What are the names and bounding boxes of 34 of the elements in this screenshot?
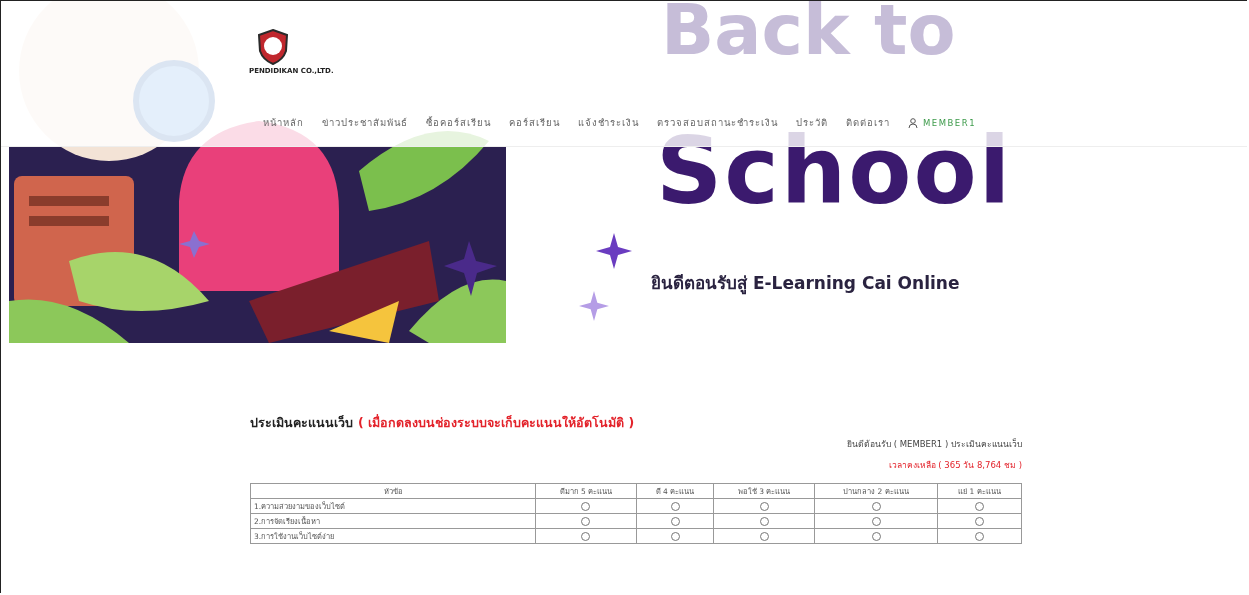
- shield-logo-icon: [257, 29, 289, 65]
- welcome-heading: ยินดีตอนรับสู่ E-Learning Cai Online: [651, 272, 960, 296]
- rating-radio[interactable]: [670, 516, 680, 526]
- nav-link[interactable]: ตรวจสอบสถานะชำระเงิน: [657, 115, 778, 130]
- rating-radio[interactable]: [871, 516, 881, 526]
- nav-link[interactable]: ติดต่อเรา: [846, 115, 890, 130]
- rating-radio[interactable]: [581, 531, 591, 541]
- star-icon: [579, 291, 609, 321]
- nav-link[interactable]: หน้าหลัก: [263, 115, 304, 130]
- rating-radio[interactable]: [975, 531, 984, 541]
- nav-link[interactable]: คอร์สเรียน: [509, 115, 560, 130]
- star-icon: [596, 233, 632, 269]
- rating-radio[interactable]: [975, 516, 984, 526]
- time-left-text: เวลาคงเหลือ ( 365 วัน 8,764 ชม ): [888, 459, 1022, 472]
- greeting-text: ยินดีต้อนรับ ( MEMBER1 ) ประเมินคะแนนเว็บ: [847, 437, 1022, 451]
- banner-title: Back to: [661, 0, 956, 65]
- nav-link[interactable]: ซื้อคอร์สเรียน: [426, 115, 491, 130]
- rating-radio[interactable]: [759, 501, 769, 511]
- rating-radio[interactable]: [975, 501, 984, 511]
- rating-radio[interactable]: [759, 516, 769, 526]
- rating-radio[interactable]: [871, 501, 881, 511]
- nav-link[interactable]: ประวัติ: [796, 115, 828, 130]
- rating-radio[interactable]: [581, 501, 591, 511]
- rating-radio[interactable]: [581, 516, 591, 526]
- rating-radio[interactable]: [759, 531, 769, 541]
- user-icon: [908, 117, 918, 128]
- nav-link[interactable]: ข่าวประชาสัมพันธ์: [322, 115, 408, 130]
- survey-title: ประเมินคะแนนเว็บ: [250, 414, 353, 432]
- nav-link[interactable]: แจ้งชำระเงิน: [578, 115, 639, 130]
- rating-radio[interactable]: [670, 501, 680, 511]
- user-menu-link[interactable]: MEMBER1: [908, 117, 977, 128]
- rating-radio[interactable]: [670, 531, 680, 541]
- notice-text: ( เมื่อกดลงบนช่องระบบจะเก็บคะแนนให้อัตโนมัติ ): [358, 413, 635, 432]
- rating-radio[interactable]: [871, 531, 881, 541]
